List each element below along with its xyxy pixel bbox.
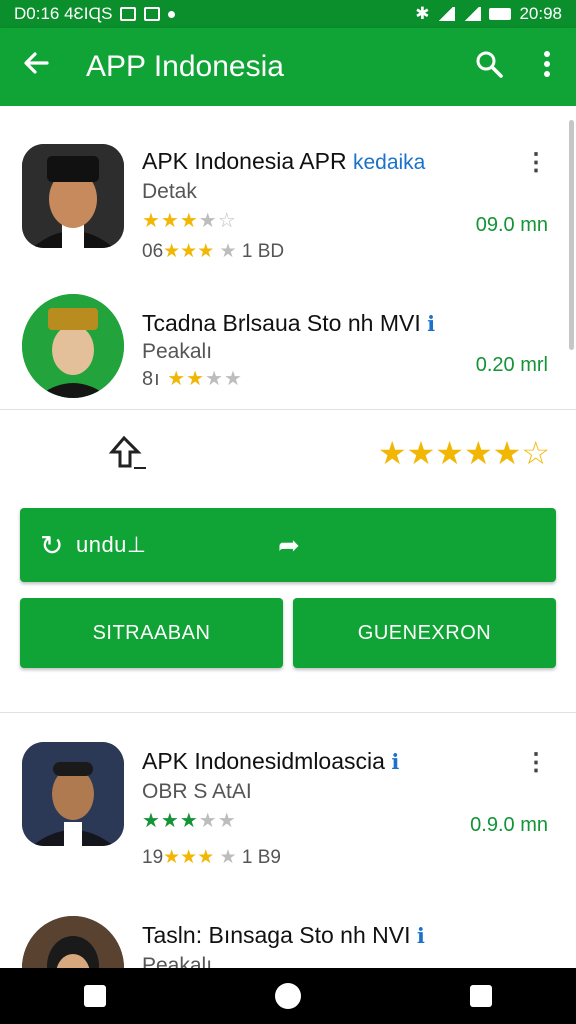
rating-stars: ★★★★☆ [142,210,237,232]
notification-icon [120,7,137,21]
app-avatar [22,294,124,398]
app-name: APK Indonesidmloascia ℹ [142,748,400,774]
app-list[interactable]: APK Indonesia APR kedaika ⋮ Detak ★★★★☆ … [0,106,576,968]
forward-icon: ➦ [278,529,301,560]
app-size: 0.9.0 mn [470,814,548,836]
app-name: Tasln: Bınsaga Sto nh NVI ℹ [142,922,425,948]
rating-stars: 8ı ★★★★ [142,368,243,390]
app-size: 0.20 mrl [475,354,548,376]
app-meta: 19★★★ ★ 1 B9 [142,847,281,868]
app-avatar [22,742,124,846]
wifi-icon [437,7,456,21]
bluetooth-icon: ✱ [415,4,430,23]
image-icon [144,7,161,21]
app-avatar [22,916,124,968]
share-icon[interactable] [108,434,148,481]
more-vert-icon[interactable]: ⋮ [524,148,548,177]
left-action-button[interactable]: SITRAABAN [20,598,283,668]
list-item[interactable]: Tasln: Bınsaga Sto nh NVI ℹ Peakalı [0,912,576,968]
rating-stars-large[interactable]: ★★★★★☆ [378,434,550,472]
status-time: 20:98 [519,4,562,23]
app-subtitle: Detak [142,180,197,203]
home-nav-icon[interactable] [274,983,301,1009]
rating-stars: ★★★★★ [142,810,237,832]
search-icon[interactable] [460,49,518,86]
refresh-icon: ↻ [40,529,64,561]
overflow-menu-icon[interactable] [518,49,576,86]
list-item[interactable]: APK Indonesidmloascia ℹ ⋮ OBR S AtAI ★★★… [0,742,576,872]
status-left-text: D0:16 4ƐIɊS [14,4,113,23]
page-title: APP Indonesia [86,50,284,83]
list-item[interactable]: Tcadna Brlsaua Sto nh MVI ℹ Peakalı 0.20… [0,294,576,424]
app-meta: 06★★★ ★ 1 BD [142,241,285,262]
navigation-bar [0,968,576,1024]
right-action-button[interactable]: GUENEXRON [293,598,556,668]
app-size: 09.0 mn [475,214,548,236]
divider [0,712,576,713]
divider [0,409,576,410]
app-name: Tcadna Brlsaua Sto nh MVI ℹ [142,310,436,336]
app-subtitle: Peakalı [142,340,213,363]
app-subtitle: OBR S AtAI [142,780,252,803]
battery-icon [489,8,512,20]
app-name: APK Indonesia APR kedaika [142,148,426,174]
recents-nav-icon[interactable] [469,985,492,1007]
dot-icon [168,10,176,18]
list-item[interactable]: APK Indonesia APR kedaika ⋮ Detak ★★★★☆ … [0,140,576,270]
back-arrow-icon[interactable] [0,48,72,86]
more-vert-icon[interactable]: ⋮ [524,748,548,777]
signal-icon [463,7,482,21]
app-subtitle: Peakalı [142,954,213,968]
app-avatar [22,144,124,248]
status-bar: D0:16 4ƐIɊS ✱ 20:98 [0,0,576,28]
app-bar: APP Indonesia [0,28,576,106]
back-nav-icon[interactable] [84,985,107,1007]
download-button[interactable]: ↻ undu⊥ ➦ [20,508,556,582]
action-row: ★★★★★☆ [0,428,576,498]
